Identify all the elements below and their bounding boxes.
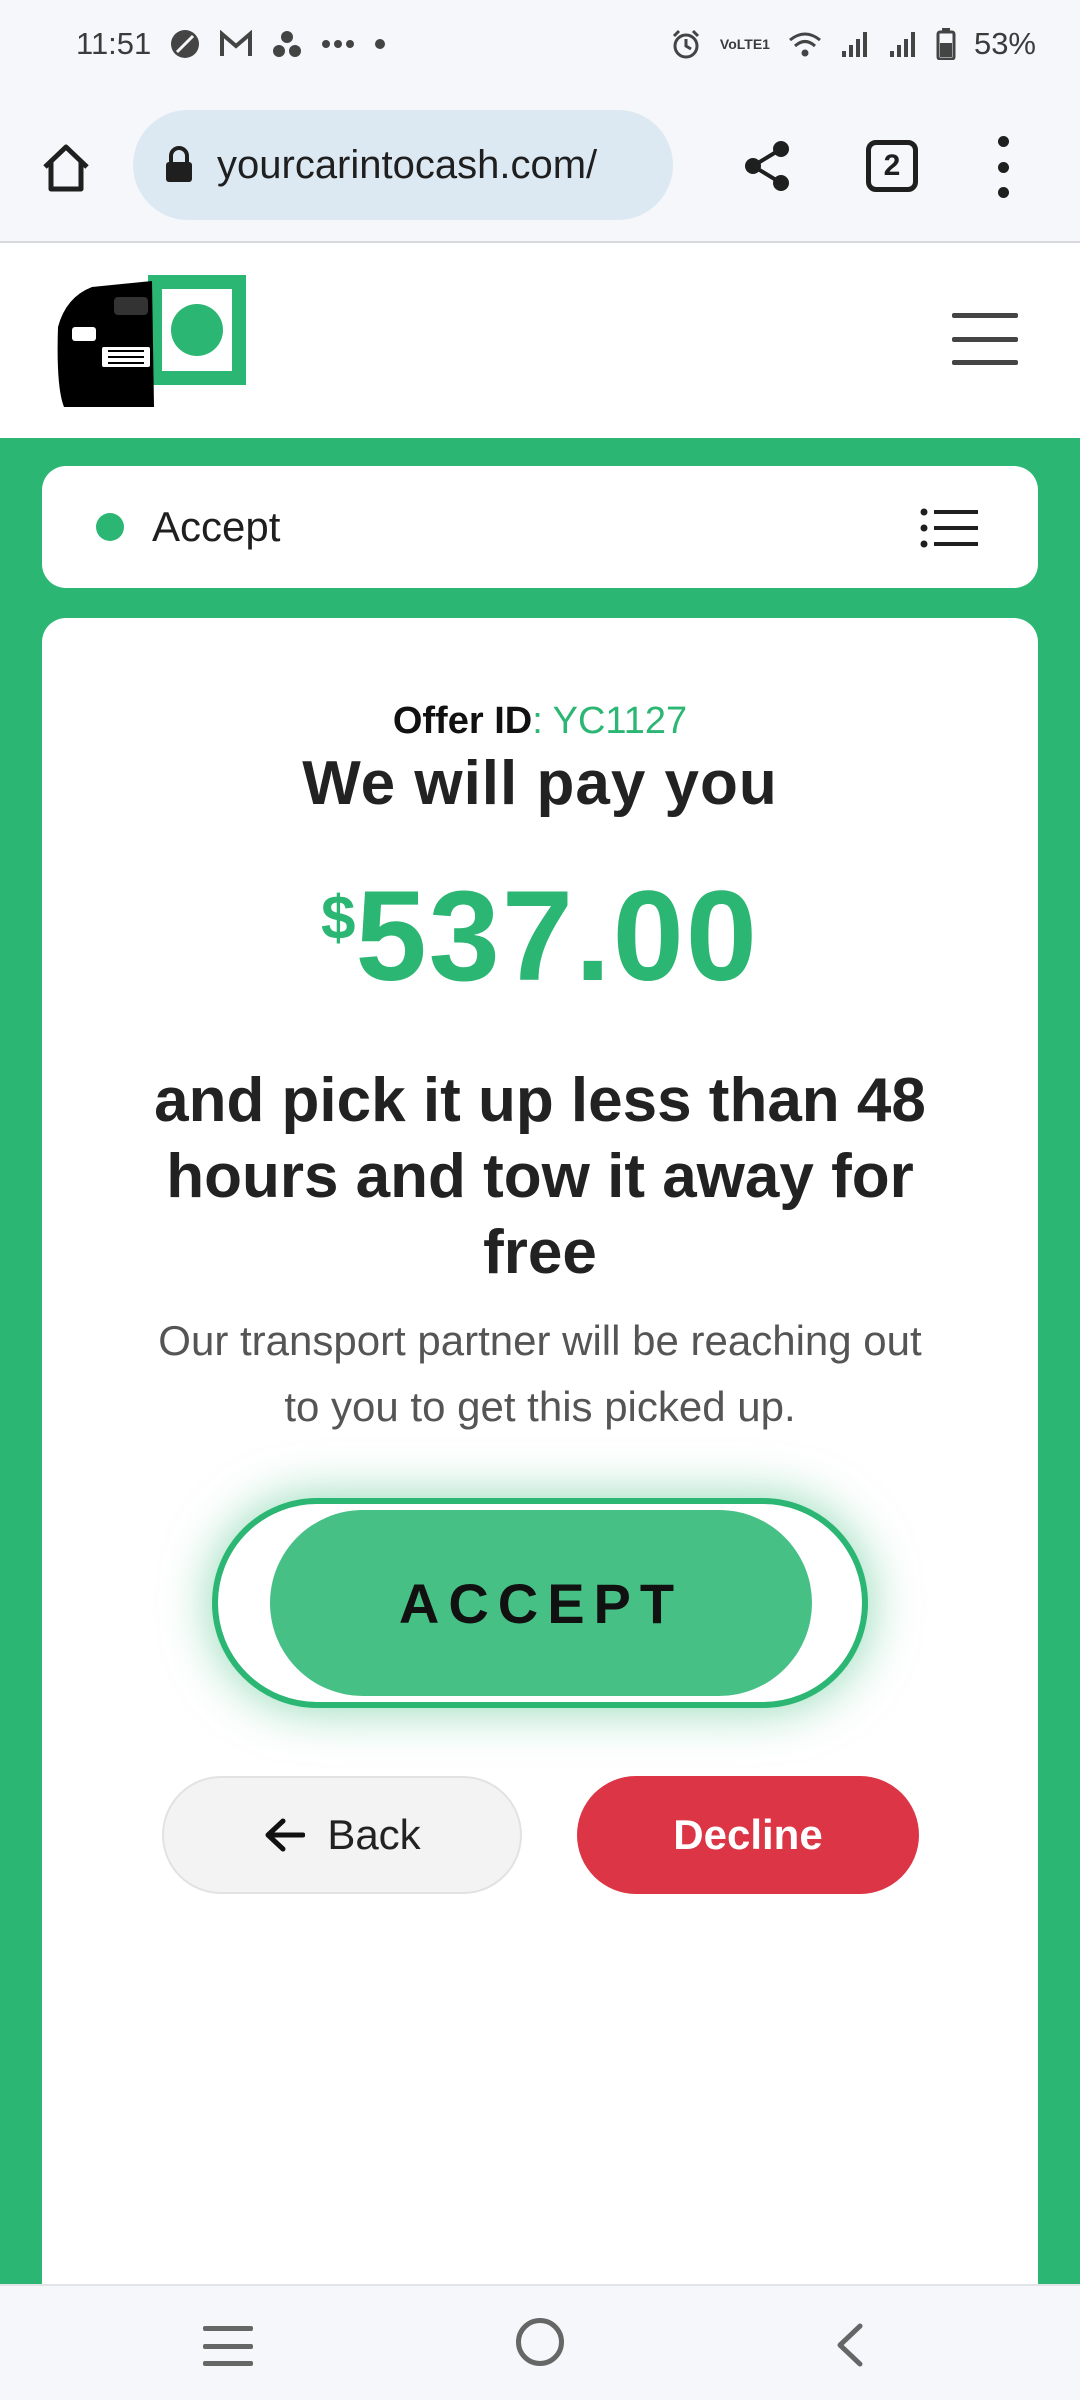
offer-subhead: and pick it up less than 48 hours and to…	[154, 1066, 926, 1287]
recent-apps-button[interactable]	[203, 2326, 253, 2366]
system-back-button[interactable]	[830, 2320, 870, 2370]
share-icon	[745, 141, 789, 191]
home-icon	[43, 144, 89, 192]
site-logo[interactable]	[52, 267, 248, 417]
offer-amount: $537.00	[42, 863, 1038, 1010]
status-dot-icon	[96, 513, 124, 541]
site-header	[0, 245, 1080, 438]
signal-1-icon	[840, 29, 870, 59]
lock-icon	[159, 143, 199, 187]
list-icon[interactable]	[920, 508, 978, 548]
address-bar[interactable]: yourcarintocash.com/	[133, 110, 673, 220]
browser-toolbar: yourcarintocash.com/ 2	[0, 88, 1080, 243]
hamburger-line	[952, 360, 1018, 365]
back-button[interactable]: Back	[162, 1776, 522, 1894]
arrow-left-icon	[265, 1818, 306, 1852]
more-notifications-icon	[321, 39, 355, 49]
app-notification-icon	[271, 29, 303, 59]
status-left: 11:51	[76, 26, 387, 62]
recent-line	[203, 2343, 253, 2349]
gmail-icon	[219, 30, 253, 58]
offer-id-separator: :	[532, 700, 553, 742]
accept-button-frame: ACCEPT	[212, 1498, 868, 1708]
tab-switcher-button[interactable]: 2	[866, 140, 918, 192]
decline-button[interactable]: Decline	[577, 1776, 919, 1894]
currency-symbol: $	[321, 884, 356, 953]
signal-2-icon	[888, 29, 918, 59]
site-menu-button[interactable]	[952, 313, 1018, 365]
leaf-notification-icon	[169, 28, 201, 60]
offer-description: Our transport partner will be reaching o…	[158, 1317, 922, 1430]
back-button-label: Back	[327, 1811, 421, 1858]
alarm-icon	[670, 28, 702, 60]
offer-section: Accept Offer ID: YC1127 We will pay you …	[0, 438, 1080, 2318]
battery-icon	[936, 28, 956, 60]
menu-dot	[997, 187, 1009, 198]
offer-headline: We will pay you	[302, 749, 778, 818]
status-right: VoLTE1 53%	[670, 26, 1036, 62]
url-text: yourcarintocash.com/	[217, 142, 598, 187]
dot-indicator-icon	[373, 37, 387, 51]
menu-dot	[997, 136, 1009, 147]
offer-id-value: YC1127	[552, 700, 688, 742]
battery-percent: 53%	[973, 26, 1036, 61]
system-nav-bar	[0, 2284, 1080, 2400]
menu-dot	[997, 161, 1009, 173]
offer-id: Offer ID: YC1127	[42, 700, 1038, 743]
offer-id-label: Offer ID	[392, 700, 533, 742]
volte-icon: VoLTE1	[719, 36, 770, 52]
offer-amount-value: 537.00	[355, 865, 759, 1008]
accept-button[interactable]: ACCEPT	[270, 1510, 812, 1696]
offer-status-card: Accept	[42, 466, 1038, 588]
hamburger-line	[952, 336, 1018, 342]
browser-menu-button[interactable]	[985, 132, 1021, 202]
status-bar: 11:51 VoLTE1 53%	[0, 0, 1080, 88]
recent-line	[203, 2361, 253, 2366]
share-button[interactable]	[738, 136, 798, 196]
recent-line	[203, 2326, 253, 2331]
offer-card: Offer ID: YC1127 We will pay you $537.00…	[42, 618, 1038, 2318]
browser-home-button[interactable]	[36, 138, 96, 198]
system-home-button[interactable]	[516, 2318, 564, 2366]
wifi-icon	[788, 30, 822, 58]
hamburger-line	[952, 313, 1018, 318]
offer-status-label: Accept	[152, 503, 281, 550]
status-time: 11:51	[76, 26, 152, 61]
car-cash-logo-icon	[57, 275, 246, 407]
